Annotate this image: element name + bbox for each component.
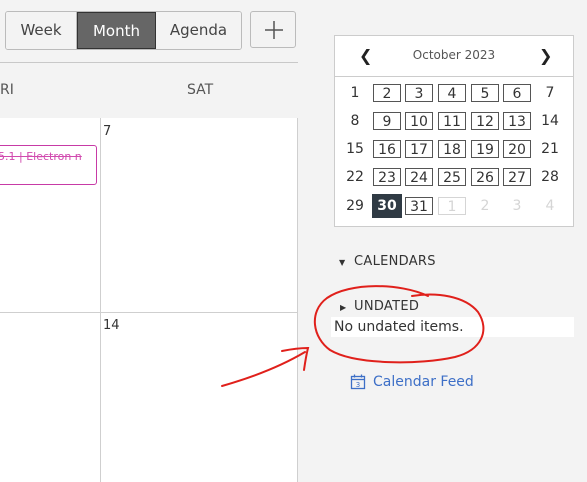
calendar-feed-link[interactable]: 3 Calendar Feed xyxy=(350,374,474,390)
mini-calendar-day[interactable]: 12 xyxy=(471,112,499,130)
mini-calendar-day[interactable]: 24 xyxy=(405,168,433,186)
mini-calendar-day[interactable]: 31 xyxy=(405,197,433,215)
calendar-feed-label: Calendar Feed xyxy=(373,374,474,390)
calendars-section-label[interactable]: CALENDARS xyxy=(354,254,436,269)
mini-calendar-day[interactable]: 29 xyxy=(341,197,369,215)
mini-calendar-day[interactable]: 9 xyxy=(373,112,401,130)
mini-calendar-day[interactable]: 21 xyxy=(536,140,564,158)
mini-calendar-day[interactable]: 8 xyxy=(341,112,369,130)
grid-divider xyxy=(0,312,298,313)
mini-calendar-day[interactable]: 6 xyxy=(503,84,531,102)
svg-text:3: 3 xyxy=(356,381,360,389)
month-view-button[interactable]: Month xyxy=(77,12,156,49)
mini-calendar-title: October 2023 xyxy=(412,48,496,62)
undated-section-label[interactable]: UNDATED xyxy=(354,299,419,314)
mini-calendar: ❮ October 2023 ❯ 1 2 3 4 5 6 7 8 9 10 11 12 13 14 15 16… xyxy=(334,35,574,227)
mini-calendar-day[interactable]: 4 xyxy=(438,84,466,102)
undated-empty-message: No undated items. xyxy=(334,319,464,335)
mini-calendar-day[interactable]: 28 xyxy=(536,168,564,186)
view-switcher: Week Month Agenda xyxy=(5,11,242,50)
plus-icon xyxy=(265,21,283,39)
toolbar-divider xyxy=(0,62,298,63)
caret-down-icon[interactable]: ▼ xyxy=(339,258,345,267)
mini-calendar-day[interactable]: 16 xyxy=(373,140,401,158)
add-event-button[interactable] xyxy=(250,11,296,48)
grid-divider xyxy=(297,118,298,482)
calendar-event[interactable]: 25.1 | Electron n xyxy=(0,145,97,185)
agenda-view-button[interactable]: Agenda xyxy=(156,12,241,49)
mini-calendar-day[interactable]: 1 xyxy=(438,197,466,215)
mini-calendar-day[interactable]: 2 xyxy=(373,84,401,102)
mini-calendar-day[interactable]: 30 xyxy=(372,194,402,218)
mini-calendar-day[interactable]: 5 xyxy=(471,84,499,102)
mini-calendar-day[interactable]: 17 xyxy=(405,140,433,158)
mini-calendar-day[interactable]: 3 xyxy=(405,84,433,102)
grid-divider xyxy=(100,118,101,482)
mini-calendar-day[interactable]: 3 xyxy=(503,197,531,215)
mini-calendar-day[interactable]: 11 xyxy=(438,112,466,130)
week-view-button[interactable]: Week xyxy=(6,12,77,49)
mini-calendar-day[interactable]: 10 xyxy=(405,112,433,130)
mini-calendar-day[interactable]: 19 xyxy=(471,140,499,158)
mini-calendar-day[interactable]: 7 xyxy=(536,84,564,102)
event-title: 25.1 | Electron n xyxy=(0,150,82,163)
mini-calendar-day[interactable]: 26 xyxy=(471,168,499,186)
view-toolbar: Week Month Agenda xyxy=(0,0,300,60)
mini-calendar-day[interactable]: 23 xyxy=(373,168,401,186)
mini-calendar-day[interactable]: 27 xyxy=(503,168,531,186)
mini-calendar-day[interactable]: 22 xyxy=(341,168,369,186)
mini-calendar-day[interactable]: 14 xyxy=(536,112,564,130)
mini-calendar-day[interactable]: 1 xyxy=(341,84,369,102)
mini-calendar-day[interactable]: 25 xyxy=(438,168,466,186)
mini-calendar-day[interactable]: 18 xyxy=(438,140,466,158)
mini-calendar-header: ❮ October 2023 ❯ xyxy=(335,36,573,77)
calendar-icon: 3 xyxy=(350,374,366,390)
mini-calendar-day[interactable]: 15 xyxy=(341,140,369,158)
day-cell-number[interactable]: 7 xyxy=(103,124,111,139)
day-cell-number[interactable]: 14 xyxy=(103,318,120,333)
day-header-fri: RI xyxy=(0,82,14,98)
caret-right-icon[interactable]: ▶ xyxy=(340,303,346,312)
day-header-sat: SAT xyxy=(187,82,214,98)
chevron-right-icon[interactable]: ❯ xyxy=(539,46,552,65)
mini-calendar-day[interactable]: 13 xyxy=(503,112,531,130)
mini-calendar-day[interactable]: 4 xyxy=(536,197,564,215)
mini-calendar-day[interactable]: 20 xyxy=(503,140,531,158)
mini-calendar-day[interactable]: 2 xyxy=(471,197,499,215)
